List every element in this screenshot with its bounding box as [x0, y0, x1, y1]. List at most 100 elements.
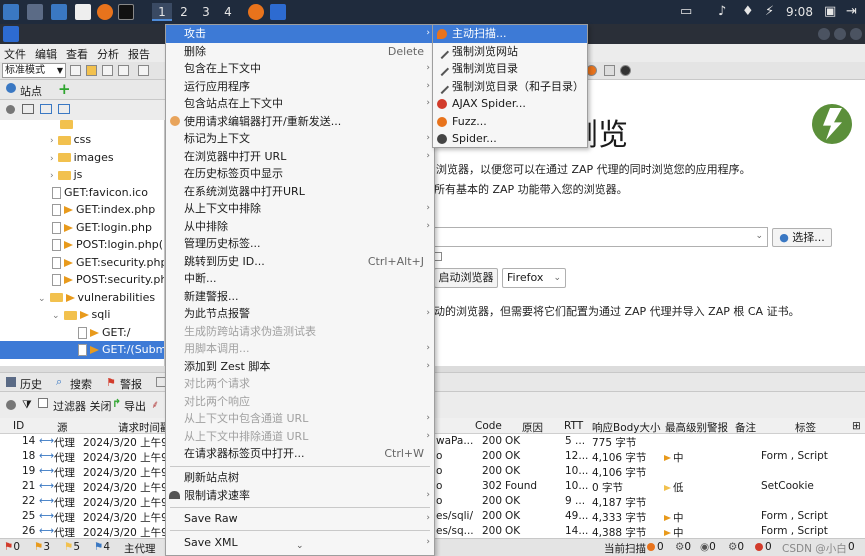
menu-view[interactable]: 查看	[66, 46, 88, 62]
scope-icon[interactable]	[6, 400, 16, 410]
menu-item-new-alert[interactable]: 新建警报...	[166, 288, 434, 306]
scope-icon[interactable]	[6, 105, 15, 114]
export-button[interactable]: 导出	[124, 398, 146, 414]
menu-item-compare-requests[interactable]: 对比两个请求	[166, 375, 434, 393]
menu-item-exclude-channel-url[interactable]: 从上下文中排除通道 URL ›	[166, 428, 434, 446]
snapshot-icon[interactable]	[118, 65, 129, 76]
tab-history[interactable]: 历史	[20, 376, 42, 392]
logout-icon[interactable]: ⇥	[846, 4, 857, 20]
tree-node-security-post[interactable]: POST:security.ph	[52, 271, 164, 289]
col-note[interactable]: 备注	[735, 420, 756, 435]
menu-item-break[interactable]: 中断...	[166, 270, 434, 288]
tree-node-sqli[interactable]: ⌄ sqli	[52, 306, 110, 324]
tree-node-index[interactable]: GET:index.php	[52, 201, 155, 219]
submenu-ajax-spider[interactable]: AJAX Spider...	[433, 95, 587, 113]
tree-node-vulnerabilities[interactable]: ⌄ vulnerabilities	[38, 289, 155, 307]
power-icon[interactable]: ⚡	[765, 4, 774, 20]
tab-search[interactable]: 搜索	[70, 376, 92, 392]
menu-item-rate-limit[interactable]: 限制请求速率 ›	[166, 487, 434, 505]
notification-icon[interactable]: ♦	[742, 4, 754, 20]
tree-node-favicon[interactable]: GET:favicon.ico	[52, 184, 148, 202]
tree-node-js[interactable]: › js	[50, 166, 82, 184]
menu-item-open-in-browser[interactable]: 在浏览器中打开 URL ›	[166, 148, 434, 166]
menu-item-invoke-script[interactable]: 用脚本调用... ›	[166, 340, 434, 358]
layout-icon-1[interactable]	[22, 104, 34, 114]
menu-item-show-in-history[interactable]: 在历史标签页中显示	[166, 165, 434, 183]
lock-icon[interactable]: ▣	[824, 4, 836, 20]
tree-node-login-get[interactable]: GET:login.php	[52, 219, 152, 237]
menu-item-exclude-context[interactable]: 从上下文中排除 ›	[166, 200, 434, 218]
text-editor-icon[interactable]	[75, 4, 91, 20]
column-settings-icon[interactable]: ⊞	[852, 420, 861, 432]
workspace-1[interactable]: 1	[152, 3, 172, 21]
tree-node-css[interactable]: › css	[50, 131, 91, 149]
submenu-forced-browse-site[interactable]: 强制浏览网站	[433, 43, 587, 61]
menu-item-goto-history-id[interactable]: 跳转到历史 ID... Ctrl+Alt+J	[166, 253, 434, 271]
menu-item-compare-responses[interactable]: 对比两个响应	[166, 393, 434, 411]
maximize-button[interactable]	[834, 28, 846, 40]
menu-item-exclude-from[interactable]: 从中排除 ›	[166, 218, 434, 236]
mode-select[interactable]: 标准模式 ▼	[2, 63, 66, 78]
menu-item-refresh-tree[interactable]: 刷新站点树	[166, 469, 434, 487]
save-session-icon[interactable]	[102, 65, 113, 76]
open-session-icon[interactable]	[86, 65, 97, 76]
menu-item-manage-tags[interactable]: 管理历史标签...	[166, 235, 434, 253]
add-icon[interactable]: +	[58, 80, 71, 98]
close-button[interactable]	[850, 28, 862, 40]
firefox-window-icon[interactable]	[248, 4, 264, 20]
select-button[interactable]: ● 选择...	[772, 228, 832, 247]
scroll-down-icon[interactable]: ⌄	[296, 541, 304, 551]
submenu-forced-browse-dir[interactable]: 强制浏览目录	[433, 60, 587, 78]
menu-item-include-site-context[interactable]: 包含站点在上下文中 ›	[166, 95, 434, 113]
menu-edit[interactable]: 编辑	[35, 46, 57, 62]
menu-item-include-context[interactable]: 包含在上下文中 ›	[166, 60, 434, 78]
toolbar-misc-icon[interactable]	[604, 65, 615, 76]
submenu-fuzz[interactable]: Fuzz...	[433, 113, 587, 131]
menu-report[interactable]: 报告	[128, 46, 150, 62]
layout-icon-3[interactable]	[58, 104, 70, 114]
record-icon[interactable]	[620, 65, 631, 76]
workspace-2[interactable]: 2	[174, 3, 194, 21]
submenu-spider[interactable]: Spider...	[433, 130, 587, 148]
menu-item-alerts-for-node[interactable]: 为此节点报警 ›	[166, 305, 434, 323]
broom-icon[interactable]: ⸙	[151, 397, 159, 412]
menu-item-run-application[interactable]: 运行应用程序 ›	[166, 78, 434, 96]
col-alert[interactable]: 最高级别警报	[665, 420, 728, 435]
col-rtt[interactable]: RTT	[564, 420, 583, 432]
col-time[interactable]: 请求时间戳	[118, 420, 171, 435]
screen-icon[interactable]: ▭	[680, 4, 692, 20]
menu-item-delete[interactable]: 删除 Delete	[166, 43, 434, 61]
tree-node-sqli-get[interactable]: GET:/	[78, 324, 130, 342]
firefox-icon[interactable]	[97, 4, 113, 20]
menu-item-attack[interactable]: 攻击 ›	[166, 25, 434, 43]
filter-toggle-icon[interactable]	[38, 398, 48, 408]
tree-node-security-get[interactable]: GET:security.php	[52, 254, 164, 272]
workspace-3[interactable]: 3	[196, 3, 216, 21]
file-manager-icon[interactable]	[51, 4, 67, 20]
menu-item-add-zest[interactable]: 添加到 Zest 脚本 ›	[166, 358, 434, 376]
col-id[interactable]: ID	[13, 420, 24, 432]
menu-analyse[interactable]: 分析	[97, 46, 119, 62]
menu-item-flag-context[interactable]: 标记为上下文 ›	[166, 130, 434, 148]
menu-item-request-editor[interactable]: 使用请求编辑器打开/重新发送...	[166, 113, 434, 131]
workspace-4[interactable]: 4	[218, 3, 238, 21]
tree-node-login-post[interactable]: POST:login.php()(	[52, 236, 164, 254]
col-reason[interactable]: 原因	[522, 420, 543, 435]
col-size[interactable]: 响应Body大小	[592, 420, 661, 435]
app-menu-icon[interactable]	[3, 4, 19, 20]
volume-icon[interactable]: ♪	[718, 4, 726, 20]
submenu-active-scan[interactable]: 主动扫描...	[433, 25, 587, 43]
menu-item-open-system-browser[interactable]: 在系统浏览器中打开URL	[166, 183, 434, 201]
menu-item-csrf-test[interactable]: 生成防跨站请求伪造测试表	[166, 323, 434, 341]
zap-window-icon[interactable]	[270, 4, 286, 20]
submenu-forced-browse-subdirs[interactable]: 强制浏览目录（和子目录）	[433, 78, 587, 96]
browser-select[interactable]: Firefox ⌄	[502, 268, 566, 288]
minimize-button[interactable]	[818, 28, 830, 40]
terminal-icon[interactable]	[118, 4, 134, 20]
tree-node-sqli-submit[interactable]: GET:/(Subm	[0, 341, 164, 359]
tree-node-images[interactable]: › images	[50, 149, 114, 167]
col-source[interactable]: 源	[57, 420, 68, 435]
tab-sites[interactable]: 站点	[20, 83, 42, 99]
tab-alerts[interactable]: 警报	[120, 376, 142, 392]
layout-icon-2[interactable]	[40, 104, 52, 114]
